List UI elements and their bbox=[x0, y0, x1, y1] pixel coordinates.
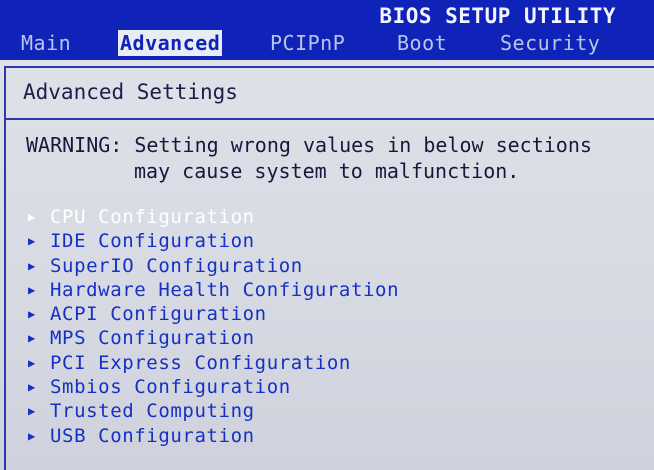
menu-item-label: IDE Configuration bbox=[50, 230, 255, 253]
right-triangle-icon: ▶ bbox=[28, 258, 36, 273]
tab-main[interactable]: Main bbox=[21, 30, 71, 56]
menu-item-smbios-configuration[interactable]: ▶ Smbios Configuration bbox=[28, 375, 399, 399]
menu-item-label: Hardware Health Configuration bbox=[50, 278, 400, 301]
tab-security[interactable]: Security bbox=[500, 30, 600, 56]
menu-item-label: USB Configuration bbox=[50, 424, 255, 447]
bios-screen: BIOS SETUP UTILITY Main Advanced PCIPnP … bbox=[0, 0, 654, 470]
menu-item-mps-configuration[interactable]: ▶ MPS Configuration bbox=[28, 326, 399, 350]
menu-item-label: PCI Express Configuration bbox=[50, 351, 351, 374]
menu-item-label: MPS Configuration bbox=[50, 327, 255, 350]
panel-title: Advanced Settings bbox=[23, 80, 238, 104]
configuration-menu: ▶ CPU Configuration ▶ IDE Configuration ▶ S… bbox=[28, 205, 399, 448]
tab-bar: Main Advanced PCIPnP Boot Security bbox=[0, 30, 654, 58]
right-triangle-icon: ▶ bbox=[28, 404, 36, 419]
tab-pcipnp[interactable]: PCIPnP bbox=[270, 30, 345, 56]
tab-boot[interactable]: Boot bbox=[397, 30, 447, 56]
menu-item-label: SuperIO Configuration bbox=[50, 254, 303, 277]
menu-item-label: Smbios Configuration bbox=[50, 376, 291, 399]
right-triangle-icon: ▶ bbox=[28, 380, 36, 395]
right-triangle-icon: ▶ bbox=[28, 428, 36, 443]
menu-item-cpu-configuration[interactable]: ▶ CPU Configuration bbox=[28, 205, 399, 229]
right-triangle-icon: ▶ bbox=[28, 234, 36, 249]
menu-item-trusted-computing[interactable]: ▶ Trusted Computing bbox=[28, 399, 399, 423]
right-triangle-icon: ▶ bbox=[28, 331, 36, 346]
menu-item-acpi-configuration[interactable]: ▶ ACPI Configuration bbox=[28, 302, 399, 326]
tab-advanced[interactable]: Advanced bbox=[118, 30, 223, 56]
right-triangle-icon: ▶ bbox=[28, 307, 36, 322]
panel-divider bbox=[6, 118, 654, 120]
menu-item-usb-configuration[interactable]: ▶ USB Configuration bbox=[28, 424, 399, 448]
utility-title: BIOS SETUP UTILITY bbox=[379, 4, 616, 28]
warning-line-2: may cause system to malfunction. bbox=[134, 159, 520, 183]
menu-item-label: Trusted Computing bbox=[50, 400, 255, 423]
menu-item-superio-configuration[interactable]: ▶ SuperIO Configuration bbox=[28, 254, 399, 278]
right-triangle-icon: ▶ bbox=[28, 355, 36, 370]
menu-item-pci-express-configuration[interactable]: ▶ PCI Express Configuration bbox=[28, 351, 399, 375]
settings-panel: Advanced Settings WARNING: Setting wrong… bbox=[0, 60, 654, 470]
menu-item-label: ACPI Configuration bbox=[50, 303, 267, 326]
menu-item-label: CPU Configuration bbox=[50, 206, 255, 228]
right-triangle-icon: ▶ bbox=[28, 282, 36, 297]
menu-item-ide-configuration[interactable]: ▶ IDE Configuration bbox=[28, 229, 399, 253]
warning-text: WARNING: Setting wrong values in below s… bbox=[26, 132, 592, 184]
warning-line-1: WARNING: Setting wrong values in below s… bbox=[26, 133, 592, 157]
right-triangle-icon: ▶ bbox=[28, 210, 36, 224]
menu-item-hardware-health-configuration[interactable]: ▶ Hardware Health Configuration bbox=[28, 278, 399, 302]
